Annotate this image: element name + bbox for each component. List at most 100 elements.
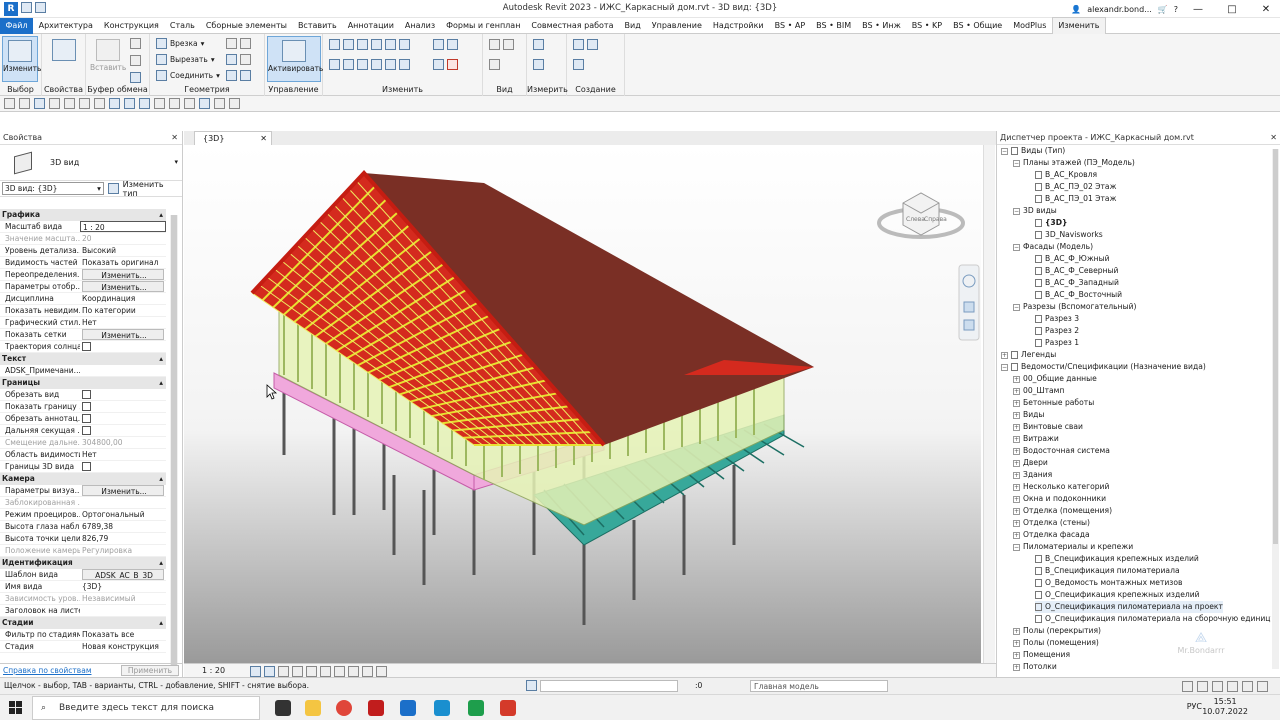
close-window-button[interactable]: ✕ — [1252, 4, 1280, 15]
user-icon[interactable]: 👤 — [1071, 5, 1081, 14]
browser-item[interactable]: + Отделка (помещения) — [1013, 505, 1112, 517]
browser-item[interactable]: − Планы этажей (ПЭ_Модель) — [1013, 157, 1135, 169]
section-icon[interactable] — [184, 98, 195, 109]
menu-tab[interactable]: Файл — [0, 17, 34, 34]
property-value[interactable]: Новая конструкция — [80, 641, 166, 652]
browser-item[interactable]: В_АС_Ф_Западный — [1035, 277, 1119, 289]
property-checkbox[interactable] — [82, 342, 91, 351]
expand-icon[interactable]: + — [1013, 447, 1020, 455]
expand-icon[interactable]: + — [1001, 351, 1008, 359]
collapse-tree-icon[interactable]: − — [1013, 543, 1020, 551]
undo-icon[interactable] — [64, 98, 75, 109]
panel-select-name[interactable]: Выбор — [0, 85, 41, 94]
property-value[interactable]: 6789,38 — [80, 521, 166, 532]
expand-icon[interactable]: + — [1013, 639, 1020, 647]
menu-tab[interactable]: Надстройки — [707, 18, 769, 34]
menu-tab[interactable]: Конструкция — [98, 18, 164, 34]
tag-icon[interactable] — [139, 98, 150, 109]
type-dropdown-icon[interactable]: ▾ — [174, 158, 178, 166]
lock-view-icon[interactable] — [334, 666, 345, 677]
expand-icon[interactable]: + — [1013, 423, 1020, 431]
view-cube[interactable]: Слева Справа — [877, 192, 965, 239]
browser-item[interactable]: +00_Штамп — [1013, 385, 1064, 397]
reveal-hidden-icon[interactable] — [362, 666, 373, 677]
property-value[interactable] — [80, 413, 166, 424]
browser-item[interactable]: В_Спецификация пиломатериала — [1035, 565, 1180, 577]
menu-tab[interactable]: BS • KP — [906, 18, 947, 34]
create-tools-1[interactable] — [573, 38, 598, 51]
workset-icon[interactable] — [526, 680, 537, 691]
user-name[interactable]: alexandr.bond... — [1087, 5, 1152, 14]
browser-item[interactable]: + Здания — [1013, 469, 1052, 481]
close-properties-icon[interactable]: ✕ — [171, 131, 178, 145]
select-underlay-icon[interactable] — [1197, 681, 1208, 692]
minimize-button[interactable]: — — [1184, 4, 1212, 15]
expand-icon[interactable]: + — [1013, 375, 1020, 383]
properties-help-link[interactable]: Справка по свойствам — [3, 666, 91, 675]
property-section[interactable]: Идентификация ▴ — [0, 557, 166, 569]
browser-item[interactable]: + Полы (помещения) — [1013, 637, 1099, 649]
collapse-tree-icon[interactable]: − — [1001, 147, 1008, 155]
browser-item[interactable]: − Ведомости/Спецификации (Назначение вида… — [1001, 361, 1206, 373]
property-value[interactable]: Показать все — [80, 629, 166, 640]
property-checkbox[interactable] — [82, 462, 91, 471]
sync-icon[interactable] — [49, 98, 60, 109]
geometry-tool-1[interactable] — [226, 37, 251, 50]
drag-elements-icon[interactable] — [1242, 681, 1253, 692]
menu-tab[interactable]: BS • BIM — [811, 18, 857, 34]
property-checkbox[interactable] — [82, 390, 91, 399]
expand-icon[interactable]: + — [1013, 387, 1020, 395]
edit-type-button[interactable]: Изменить тип — [123, 180, 180, 198]
copy-clip-button[interactable] — [130, 54, 141, 67]
taskbar-search[interactable]: ⌕ Введите здесь текст для поиска — [32, 696, 260, 720]
design-option-field[interactable]: Главная модель — [750, 680, 888, 692]
property-value[interactable] — [80, 425, 166, 436]
maximize-button[interactable]: □ — [1218, 4, 1246, 15]
3d-viewport[interactable]: Слева Справа — [184, 145, 981, 663]
recorder-icon[interactable] — [500, 700, 516, 716]
expand-icon[interactable]: + — [1013, 651, 1020, 659]
create-group-button[interactable] — [573, 58, 584, 71]
browser-item[interactable]: + Витражи — [1013, 433, 1059, 445]
paste-button[interactable]: Вставить — [90, 36, 126, 82]
browser-item[interactable]: + Помещения — [1013, 649, 1070, 661]
filter-icon[interactable] — [1257, 681, 1268, 692]
expand-icon[interactable]: + — [1013, 507, 1020, 515]
activate-button[interactable]: Активировать — [267, 36, 323, 82]
property-value[interactable]: Нет — [80, 317, 166, 328]
crop-view-icon[interactable] — [306, 666, 317, 677]
measure-button[interactable] — [533, 38, 544, 51]
show-crop-icon[interactable] — [320, 666, 331, 677]
edit-type-icon[interactable] — [107, 183, 119, 194]
collapse-tree-icon[interactable]: − — [1013, 243, 1020, 251]
menu-tab[interactable]: Аннотации — [342, 18, 399, 34]
viewport-scrollbar[interactable] — [983, 145, 995, 663]
input-language[interactable]: РУС — [1187, 702, 1202, 711]
properties-scroll-thumb[interactable] — [171, 215, 177, 675]
collapse-tree-icon[interactable]: − — [1001, 363, 1008, 371]
camtasia-icon[interactable] — [468, 700, 484, 716]
viewcube-front-face[interactable]: Справа — [924, 216, 947, 223]
collapse-tree-icon[interactable]: − — [1013, 159, 1020, 167]
taskbar-clock[interactable]: 15:51 10.07.2022 — [1202, 697, 1248, 717]
select-pinned-icon[interactable] — [1212, 681, 1223, 692]
property-section[interactable]: Границы ▴ — [0, 377, 166, 389]
apply-button[interactable]: Применить — [120, 665, 179, 676]
collapse-icon[interactable]: ▴ — [159, 353, 163, 365]
property-value[interactable] — [80, 365, 166, 376]
modify-row-2[interactable] — [329, 58, 410, 71]
property-section[interactable]: Камера ▴ — [0, 473, 166, 485]
browser-item[interactable]: + Несколько категорий — [1013, 481, 1109, 493]
property-value[interactable]: Высокий — [80, 245, 166, 256]
modify-tool-button[interactable]: Изменить — [2, 36, 41, 82]
property-section[interactable]: Стадии ▴ — [0, 617, 166, 629]
cut-geometry-button[interactable]: Вырезать ▾ — [156, 53, 215, 66]
property-edit-button[interactable]: ADSK_AC_B_3D — [82, 569, 164, 580]
property-checkbox[interactable] — [82, 414, 91, 423]
browser-item[interactable]: − Виды (Тип) — [1001, 145, 1065, 157]
cope-button[interactable]: Врезка ▾ — [156, 37, 204, 50]
text-qat-icon[interactable] — [154, 98, 165, 109]
aligned-dimension-icon[interactable] — [124, 98, 135, 109]
temp-hide-icon[interactable] — [348, 666, 359, 677]
property-value[interactable] — [80, 401, 166, 412]
